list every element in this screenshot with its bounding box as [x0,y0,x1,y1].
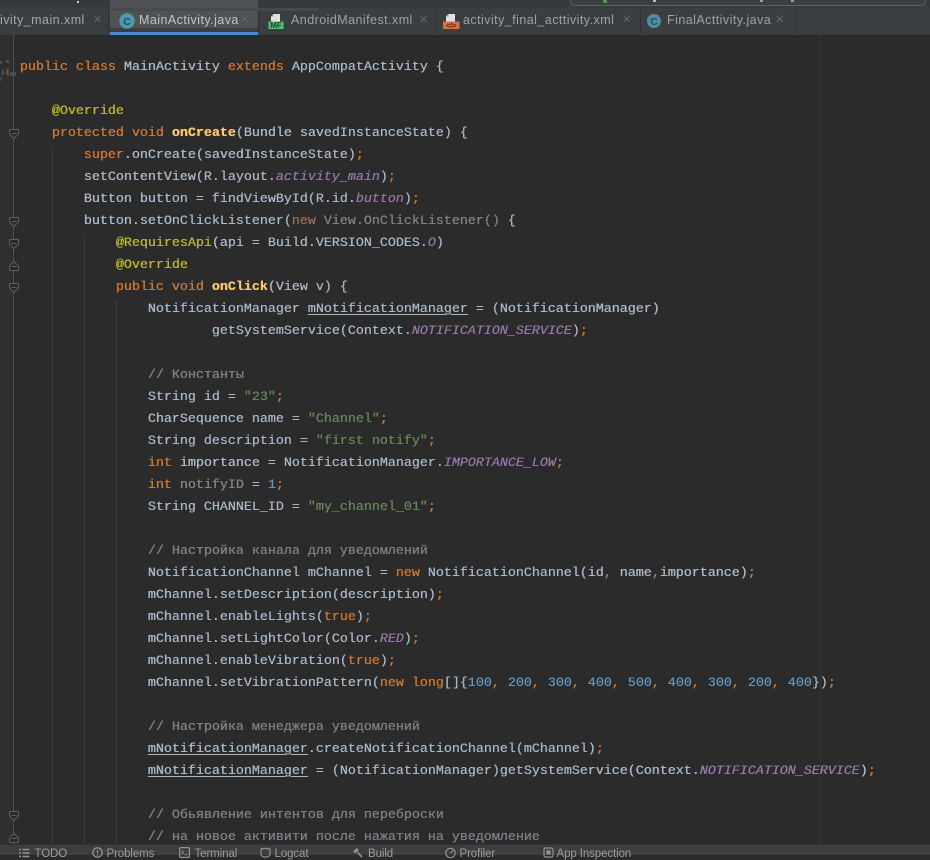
svg-text:MF: MF [270,21,282,29]
svg-text:</>: </> [446,23,456,29]
svg-text:C: C [123,16,131,28]
svg-text:C: C [650,16,657,27]
